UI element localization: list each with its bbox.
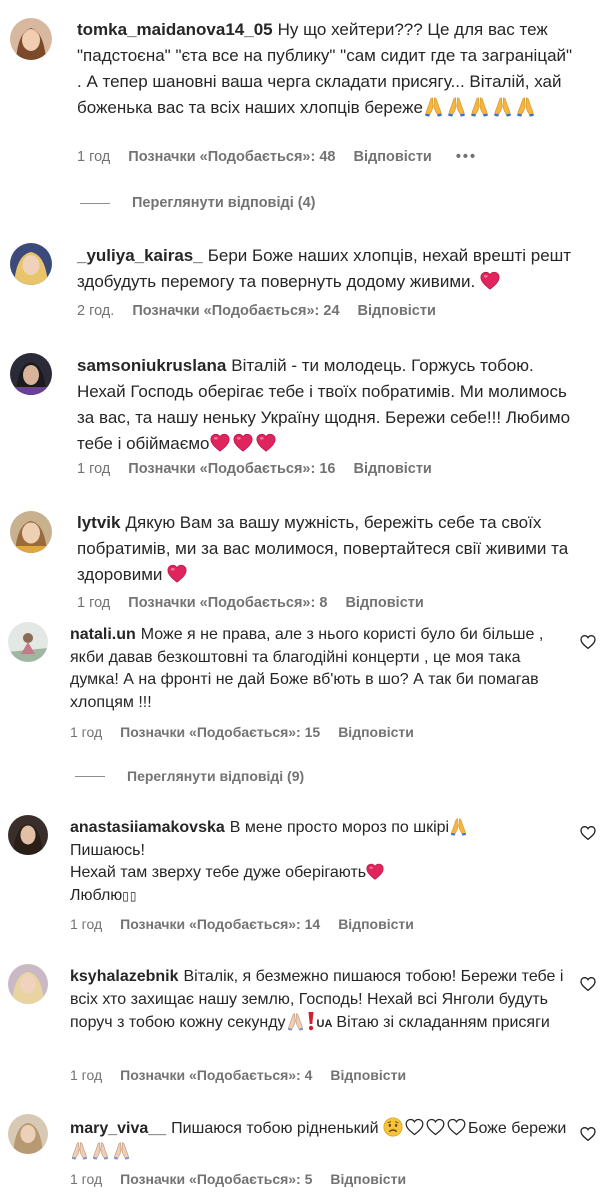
comment-meta: 1 год Позначки «Подобається»: 48 Відповіст… <box>77 149 495 165</box>
comment-body: Пишаюся тобою рідненький <box>171 1120 379 1137</box>
like-heart-icon[interactable] <box>580 976 596 992</box>
like-heart-icon[interactable] <box>580 825 596 841</box>
comment-text: natali.un Може я не права, але з нього ко… <box>70 624 570 714</box>
reply-button[interactable]: Відповісти <box>358 303 436 319</box>
comment-username[interactable]: samsoniukruslana <box>77 356 226 375</box>
avatar[interactable] <box>8 815 48 855</box>
likes-count[interactable]: Позначки «Подобається»: 4 <box>120 1067 312 1083</box>
view-replies-button[interactable]: Переглянути відповіді (9) <box>75 768 304 784</box>
comment-body-2: Вітаю зі складанням присяги <box>336 1014 550 1031</box>
comment-meta: 2 год. Позначки «Подобається»: 24 Відповіс… <box>77 303 454 319</box>
likes-count[interactable]: Позначки «Подобається»: 16 <box>128 461 335 477</box>
comment-username[interactable]: ksyhalazebnik <box>70 968 179 985</box>
pray-emoji-icon <box>286 1012 305 1031</box>
view-replies-button[interactable]: Переглянути відповіді (4) <box>80 195 316 211</box>
comment-time: 1 год <box>70 916 103 932</box>
unsupported-glyph-icon: ▯▯ <box>122 888 138 903</box>
comment-time: 1 год <box>77 595 111 611</box>
likes-count[interactable]: Позначки «Подобається»: 5 <box>120 1171 312 1187</box>
comment-username[interactable]: lytvik <box>77 513 120 532</box>
comment-meta: 1 год Позначки «Подобається»: 5 Відповісти <box>70 1171 424 1187</box>
comment-meta: 1 год Позначки «Подобається»: 8 Відповісти <box>77 595 442 611</box>
comment-time: 2 год. <box>77 303 115 319</box>
comment-time: 1 год <box>70 1067 103 1083</box>
like-heart-icon[interactable] <box>580 1126 596 1142</box>
likes-count[interactable]: Позначки «Подобається»: 24 <box>132 303 339 319</box>
comment-body: Дякую Вам за вашу мужність, бережіть себ… <box>77 513 569 584</box>
comment-text: tomka_maidanova14_05 Ну що хейтери??? Це … <box>77 17 577 121</box>
reply-button[interactable]: Відповісти <box>330 1067 406 1083</box>
comment-username[interactable]: natali.un <box>70 626 136 643</box>
comment-text: _yuliya_kairas_ Бери Боже наших хлопців, … <box>77 243 577 295</box>
comment-line-1: В мене просто мороз по шкірі <box>229 819 450 836</box>
comment-text: samsoniukruslana Віталій - ти молодець. Г… <box>77 353 577 457</box>
view-replies-label: Переглянути відповіді (9) <box>127 768 305 784</box>
exclamation-icon <box>307 1011 315 1031</box>
likes-count[interactable]: Позначки «Подобається»: 14 <box>120 916 320 932</box>
pray-emoji-icon <box>449 817 468 836</box>
comment-body: Може я не права, але з нього користі бул… <box>70 626 544 711</box>
comment-text: lytvik Дякую Вам за вашу мужність, бережі… <box>77 510 577 588</box>
comment-text: mary_viva__ Пишаюся тобою рідненький Боже… <box>70 1117 570 1163</box>
avatar[interactable] <box>8 964 48 1004</box>
avatar[interactable] <box>10 511 52 553</box>
comment-time: 1 год <box>70 724 103 740</box>
sad-face-icon <box>383 1117 403 1137</box>
comment-text: ksyhalazebnik Віталік, я безмежно пишаюся… <box>70 966 570 1036</box>
likes-count[interactable]: Позначки «Подобається»: 8 <box>128 595 327 611</box>
comment-line-3: Нехай там зверху тебе дуже оберігають <box>70 864 367 881</box>
like-heart-icon[interactable] <box>580 634 596 650</box>
red-heart-icon <box>167 564 187 583</box>
avatar[interactable] <box>10 18 52 60</box>
reply-button[interactable]: Відповісти <box>338 724 414 740</box>
ua-flag-icon: UA <box>316 1018 333 1030</box>
comment-username[interactable]: _yuliya_kairas_ <box>77 246 203 265</box>
comment-body-2: Боже бережи <box>467 1120 567 1137</box>
pray-emoji-icon <box>70 1143 133 1160</box>
more-icon[interactable]: ••• <box>456 149 477 165</box>
comment-username[interactable]: mary_viva__ <box>70 1120 166 1137</box>
divider-line <box>75 775 105 777</box>
comment-username[interactable]: tomka_maidanova14_05 <box>77 20 273 39</box>
comment-meta: 1 год Позначки «Подобається»: 15 Відповіст… <box>70 724 432 740</box>
pray-emoji-icon <box>423 98 538 117</box>
comment-time: 1 год <box>77 149 111 165</box>
reply-button[interactable]: Відповісти <box>345 595 423 611</box>
reply-button[interactable]: Відповісти <box>354 461 432 477</box>
hollow-heart-icon <box>405 1120 468 1137</box>
reply-button[interactable]: Відповісти <box>338 916 414 932</box>
reply-button[interactable]: Відповісти <box>330 1171 406 1187</box>
avatar[interactable] <box>8 1114 48 1154</box>
comment-meta: 1 год Позначки «Подобається»: 14 Відповіст… <box>70 916 432 932</box>
avatar[interactable] <box>8 622 48 662</box>
red-heart-icon <box>210 434 279 453</box>
red-heart-icon <box>480 271 500 290</box>
comment-username[interactable]: anastasiiamakovska <box>70 819 225 836</box>
likes-count[interactable]: Позначки «Подобається»: 48 <box>128 149 335 165</box>
view-replies-label: Переглянути відповіді (4) <box>132 195 316 211</box>
avatar[interactable] <box>10 353 52 395</box>
comment-text: anastasiiamakovska В мене просто мороз по… <box>70 817 570 907</box>
avatar[interactable] <box>10 243 52 285</box>
red-heart-icon <box>366 863 384 880</box>
reply-button[interactable]: Відповісти <box>354 149 432 165</box>
comment-time: 1 год <box>77 461 111 477</box>
comment-line-2: Пишаюсь! <box>70 841 145 859</box>
comment-line-4: Люблю <box>70 886 123 904</box>
comment-time: 1 год <box>70 1171 103 1187</box>
comment-meta: 1 год Позначки «Подобається»: 4 Відповісти <box>70 1067 424 1083</box>
divider-line <box>80 202 110 204</box>
likes-count[interactable]: Позначки «Подобається»: 15 <box>120 724 320 740</box>
comment-meta: 1 год Позначки «Подобається»: 16 Відповіст… <box>77 461 450 477</box>
